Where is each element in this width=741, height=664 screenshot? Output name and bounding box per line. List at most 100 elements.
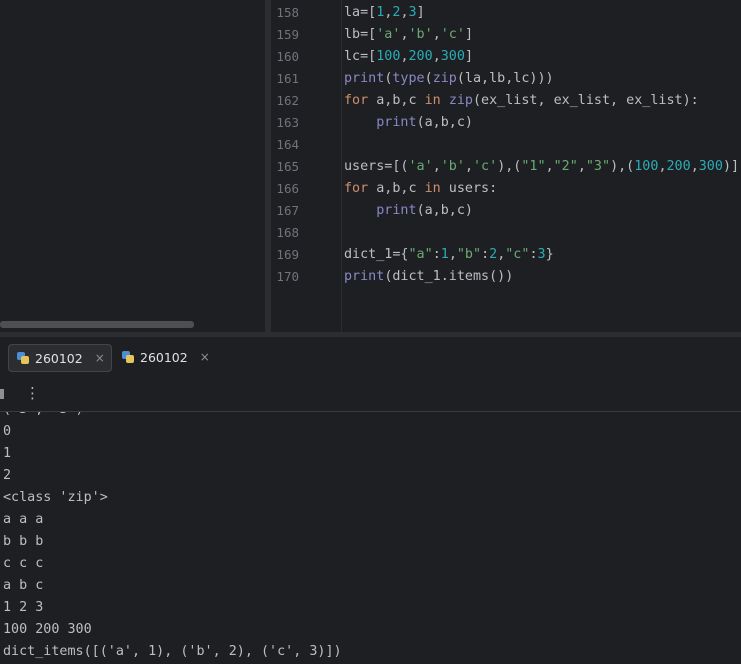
code-token: "b" [456,247,482,262]
console-line: <class 'zip'> [3,490,108,505]
code-token: "a" [408,247,433,262]
code-text: lc=[100,200,300] [344,46,473,68]
line-number: 167 [276,203,299,218]
code-token: , [577,159,586,174]
line-number: 166 [276,181,299,196]
code-line[interactable]: 158 la=[1,2,3] [271,2,741,24]
console-line: c c c [3,556,44,571]
line-number: 163 [276,115,299,130]
code-token: for [344,93,369,108]
run-toolbar: ⋮ [0,377,741,412]
code-token: , [545,159,554,174]
code-line[interactable]: 165 users=[('a','b','c'),("1","2","3"),(1… [271,156,741,178]
code-token: zip [432,71,457,86]
code-token: print [344,269,385,284]
console-line: 1 2 3 [3,600,44,615]
code-text: users=[('a','b','c'),("1","2","3"),(100,… [344,156,739,178]
code-token: 'a' [376,27,401,42]
horizontal-scrollbar[interactable] [0,321,194,328]
code-line[interactable]: 163 print(a,b,c) [271,112,741,134]
code-token: zip [448,93,473,108]
line-number: 162 [276,93,299,108]
code-token: : [481,247,490,262]
code-token: 200 [666,159,691,174]
code-token: for [344,181,369,196]
code-token: , [690,159,699,174]
project-panel [0,0,265,332]
console-line: 2 [3,468,12,483]
code-token: (ex_list, ex_list, ex_list): [473,93,699,108]
code-line[interactable]: 159 lb=['a','b','c'] [271,24,741,46]
code-token: } [545,247,554,262]
code-line[interactable]: 167 print(a,b,c) [271,200,741,222]
more-options-icon[interactable]: ⋮ [25,384,40,402]
code-token: , [432,27,441,42]
code-token: 3 [537,247,546,262]
code-line[interactable]: 160 lc=[100,200,300] [271,46,741,68]
code-token: , [464,159,473,174]
python-icon [121,350,135,364]
console-line: ('3', '3') [3,412,84,421]
code-line[interactable]: 161 print(type(zip(la,lb,lc))) [271,68,741,90]
code-token: , [432,159,441,174]
code-token: : [432,247,441,262]
line-number: 169 [276,247,299,262]
code-token: 100 [634,159,659,174]
run-tab[interactable]: 260102 × [114,344,216,370]
console-line: 1 [3,446,12,461]
code-token: print [344,71,385,86]
code-token: in [424,93,441,108]
code-line[interactable]: 168 [271,222,741,244]
code-token: print [376,203,417,218]
run-tab-bar: 260102 × 260102 × [0,337,741,377]
code-line[interactable]: 162 for a,b,c in zip(ex_list, ex_list, ex… [271,90,741,112]
code-token: 'b' [440,159,465,174]
python-icon [16,351,30,365]
line-number: 165 [276,159,299,174]
code-token: ] [464,27,473,42]
line-number: 158 [276,5,299,20]
code-line[interactable]: 169 dict_1={"a":1,"b":2,"c":3} [271,244,741,266]
line-number: 159 [276,27,299,42]
code-token: 300 [440,49,465,64]
code-line[interactable]: 166 for a,b,c in users: [271,178,741,200]
code-token: in [424,181,441,196]
code-token: )] [722,159,740,174]
toolbar-edge-icon[interactable] [0,389,4,399]
console-output[interactable]: ('3', '3') 0 1 2 <class 'zip'> a a a b b b c c … [0,412,741,664]
code-editor[interactable]: 158 la=[1,2,3] 159 lb=['a','b','c'] 160 lc=[1… [271,0,741,332]
console-line: 100 200 300 [3,622,92,637]
code-token: 3 [408,5,417,20]
code-token: 200 [408,49,433,64]
code-token: la=[ [344,5,377,20]
code-token: a,b,c [368,181,425,196]
code-token: "3" [585,159,611,174]
console-line: 0 [3,424,12,439]
code-token: lc=[ [344,49,377,64]
close-icon[interactable]: × [200,350,210,364]
code-token: lb=[ [344,27,377,42]
line-number: 170 [276,269,299,284]
close-icon[interactable]: × [95,351,105,365]
line-number: 160 [276,49,299,64]
code-line[interactable]: 164 [271,134,741,156]
console-line: b b b [3,534,44,549]
code-token: ( [424,71,433,86]
code-token: "2" [553,159,578,174]
code-token: , [400,5,409,20]
code-line[interactable]: 170 print(dict_1.items()) [271,266,741,288]
code-token: 100 [376,49,401,64]
run-tab-label: 260102 [140,349,188,365]
code-text: dict_1={"a":1,"b":2,"c":3} [344,244,554,266]
line-number: 164 [276,137,299,152]
code-token: 'b' [408,27,433,42]
code-text: lb=['a','b','c'] [344,24,473,46]
code-token: (dict_1.items()) [384,269,514,284]
code-token: , [432,49,441,64]
code-token: ),( [610,159,635,174]
line-number: 168 [276,225,299,240]
code-token: : [529,247,538,262]
run-tab-active[interactable]: 260102 × [8,344,112,372]
